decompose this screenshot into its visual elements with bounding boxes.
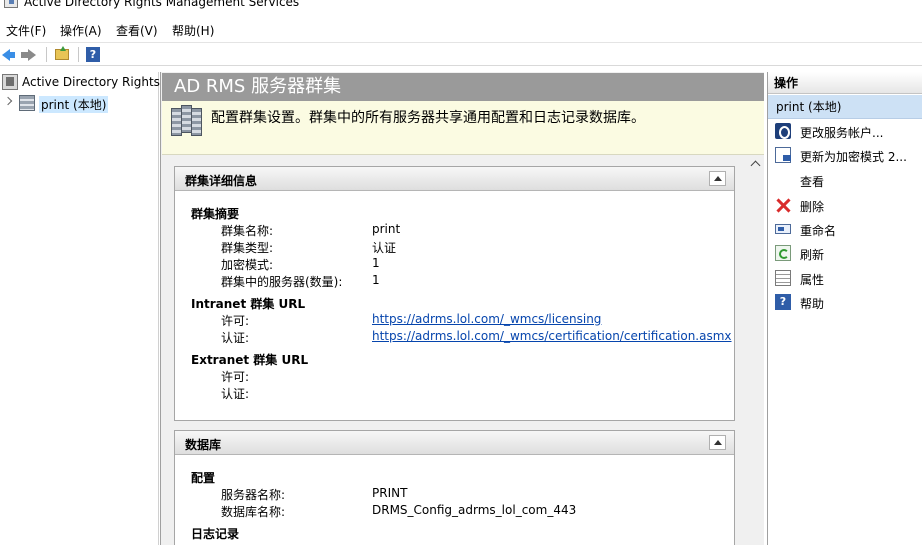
tree-item-print[interactable]: print (本地) [0,93,159,113]
section-title: 群集详细信息 [185,174,258,188]
section-header: 数据库 [175,431,734,455]
certification-url-link[interactable]: https://adrms.lol.com/_wmcs/certificatio… [372,329,732,343]
field-label: 加密模式: [221,258,274,272]
field-value: 1 [372,256,380,270]
encrypt-icon [775,147,791,163]
field-value: 1 [372,273,380,287]
action-label: 刷新 [800,248,825,262]
action-refresh[interactable]: 刷新 [768,243,922,265]
console-tree: Active Directory Rights print (本地) [0,72,160,545]
help-toolbar-button[interactable]: ? [84,46,102,63]
account-icon [775,123,791,139]
server-cluster-icon [171,105,203,137]
action-update-crypto-mode[interactable]: 更新为加密模式 2... [768,145,922,167]
cluster-details-section: 群集详细信息 群集摘要 群集名称: print 群集类型: 认证 加密模式: 1… [174,166,735,421]
action-label: 删除 [800,200,825,214]
field-label: 认证: [221,331,250,345]
licensing-url-link[interactable]: https://adrms.lol.com/_wmcs/licensing [372,312,601,326]
action-label: 属性 [800,273,825,287]
toolbar-separator [78,47,79,62]
group-title-intranet-url: Intranet 群集 URL [191,297,306,311]
field-label: 群集中的服务器(数量): [221,275,343,289]
actions-pane: 操作 print (本地) 更改服务帐户... 更新为加密模式 2... 查看 … [767,72,922,545]
action-properties[interactable]: 属性 [768,268,922,290]
field-label: 群集类型: [221,241,274,255]
scroll-up-icon[interactable] [750,160,761,171]
up-level-button[interactable] [53,46,71,63]
expand-chevron-icon[interactable] [3,96,13,106]
field-label: 服务器名称: [221,488,286,502]
menu-action[interactable]: 操作(A) [58,22,104,39]
action-label: 更新为加密模式 2... [800,150,907,164]
forward-arrow-icon [21,49,36,61]
action-label: 帮助 [800,297,825,311]
banner-description: 配置群集设置。群集中的所有服务器共享通用配置和日志记录数据库。 [211,110,645,126]
properties-icon [775,270,791,286]
toolbar-separator [46,47,47,62]
group-title-logging: 日志记录 [191,527,240,541]
actions-header: 操作 [768,72,922,94]
actions-subheader[interactable]: print (本地) [768,95,922,119]
group-title-config: 配置 [191,471,216,485]
section-title: 数据库 [185,438,222,452]
menu-file[interactable]: 文件(F) [4,22,48,39]
app-icon [4,0,18,8]
tree-print-label: print (本地) [39,96,109,113]
toolbar: ? [0,42,922,66]
action-change-service-account[interactable]: 更改服务帐户... [768,121,922,143]
help-icon: ? [86,47,100,62]
field-value: print [372,222,401,236]
delete-icon [775,197,791,213]
collapse-up-icon[interactable] [709,171,726,186]
tree-item-root[interactable]: Active Directory Rights [0,72,160,92]
section-header: 群集详细信息 [175,167,734,191]
action-label: 更改服务帐户... [800,126,884,140]
field-value: 认证 [372,241,397,255]
action-label: 重命名 [800,224,837,238]
adrms-root-icon [2,74,18,90]
main-panel: AD RMS 服务器群集 配置群集设置。群集中的所有服务器共享通用配置和日志记录… [160,72,764,545]
action-view[interactable]: 查看 [768,170,922,192]
server-cluster-icon [19,95,35,111]
title-bar: Active Directory Rights Management Servi… [0,0,922,16]
description-banner: 配置群集设置。群集中的所有服务器共享通用配置和日志记录数据库。 [162,101,764,155]
action-rename[interactable]: 重命名 [768,219,922,241]
field-label: 数据库名称: [221,505,286,519]
refresh-icon [775,245,791,261]
folder-up-icon [55,46,69,60]
action-label: 查看 [800,175,825,189]
collapse-up-icon[interactable] [709,435,726,450]
back-button[interactable] [0,46,18,63]
menu-view[interactable]: 查看(V) [114,22,160,39]
action-help[interactable]: ? 帮助 [768,292,922,314]
field-label: 许可: [221,314,250,328]
forward-button[interactable] [21,46,40,63]
field-label: 许可: [221,370,250,384]
group-title-extranet-url: Extranet 群集 URL [191,353,309,367]
panel-title: AD RMS 服务器群集 [162,73,764,101]
field-value: DRMS_Config_adrms_lol_com_443 [372,503,577,517]
field-label: 认证: [221,387,250,401]
field-value: PRINT [372,486,408,500]
back-arrow-icon [2,49,15,61]
tree-root-label: Active Directory Rights [22,75,160,89]
database-section: 数据库 配置 服务器名称: PRINT 数据库名称: DRMS_Config_a… [174,430,735,545]
window-title: Active Directory Rights Management Servi… [24,0,300,9]
menu-bar: 文件(F) 操作(A) 查看(V) 帮助(H) [0,20,922,40]
menu-help[interactable]: 帮助(H) [170,22,216,39]
field-label: 群集名称: [221,224,274,238]
vertical-scrollbar[interactable] [747,156,764,545]
rename-icon [775,224,791,234]
help-icon: ? [775,294,791,310]
action-delete[interactable]: 删除 [768,195,922,217]
details-scroll-area[interactable]: 群集详细信息 群集摘要 群集名称: print 群集类型: 认证 加密模式: 1… [162,156,764,545]
group-title-cluster-summary: 群集摘要 [191,207,240,221]
